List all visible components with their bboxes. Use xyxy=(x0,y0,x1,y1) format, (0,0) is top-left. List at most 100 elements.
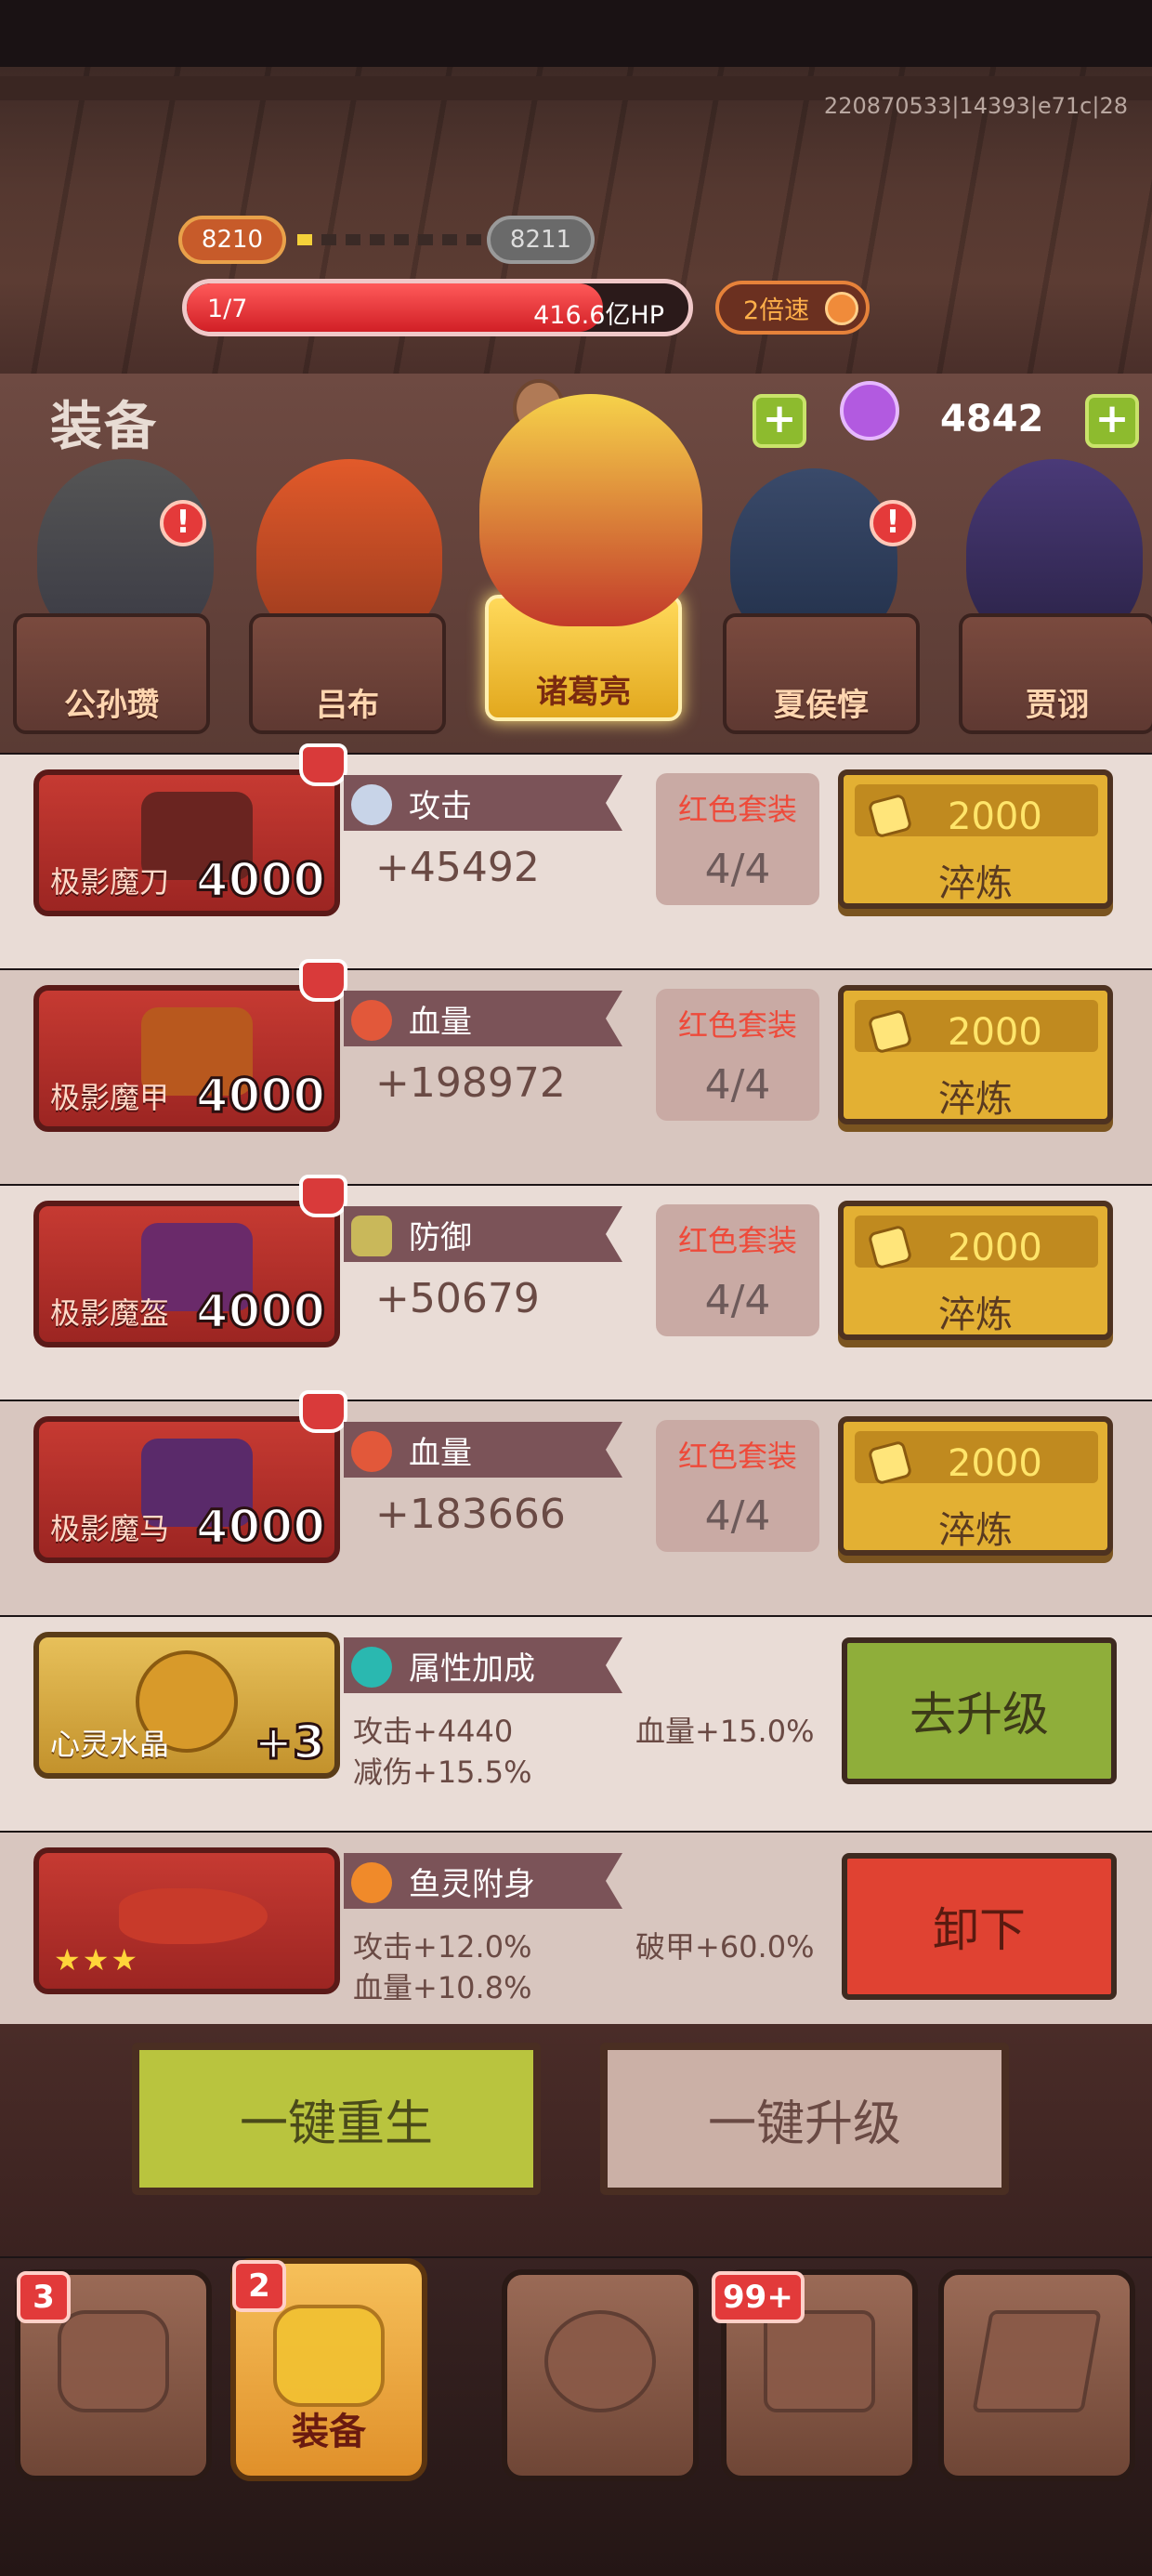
equipment-row: 极影魔盔 4000 防御 +50679 红色套装 4/4 2000 淬炼 xyxy=(0,1175,1152,1400)
fish-icon xyxy=(119,1888,268,1944)
fish-spirit-stat: 攻击+12.0% xyxy=(353,1929,532,1965)
boss-hp-bar: 1/7 416.6亿HP xyxy=(182,279,693,336)
fish-spirit-row: ★★★ 鱼灵附身 攻击+12.0% 破甲+60.0% 血量+10.8% 卸下 xyxy=(0,1833,1152,2046)
fish-spirit-stat: 破甲+60.0% xyxy=(635,1929,815,1965)
wave-counter: 1/7 xyxy=(207,295,248,323)
red-set-badge-icon xyxy=(299,1390,347,1433)
hero-zhugeliang-figure xyxy=(479,394,702,626)
unequip-button[interactable]: 卸下 xyxy=(842,1853,1117,2000)
refine-button[interactable]: 2000 淬炼 xyxy=(838,769,1113,909)
equipment-name: 极影魔刀 xyxy=(50,864,170,900)
refine-cost: 2000 xyxy=(948,1011,1042,1054)
refine-cost-box: 2000 xyxy=(855,784,1098,839)
nav-tab-skull[interactable] xyxy=(502,2269,699,2481)
refine-cost-box: 2000 xyxy=(855,1000,1098,1055)
refine-button[interactable]: 2000 淬炼 xyxy=(838,1416,1113,1556)
crystal-stat: 减伤+15.5% xyxy=(353,1755,532,1790)
hero-name: 夏侯惇 xyxy=(774,687,869,724)
refine-cost: 2000 xyxy=(948,795,1042,838)
stage-progress-dot xyxy=(418,234,433,245)
stat-label: 防御 xyxy=(409,1219,472,1256)
crystal-row: 心灵水晶 +3 属性加成 攻击+4440 血量+15.0% 减伤+15.5% 去… xyxy=(0,1617,1152,1831)
nav-tab-scroll[interactable] xyxy=(938,2269,1135,2481)
nav-tab-chest[interactable]: 99+ xyxy=(712,2269,918,2481)
nav-label: 装备 xyxy=(292,2411,366,2453)
speed-button[interactable]: 2倍速 xyxy=(715,281,870,335)
equipment-name: 极影魔马 xyxy=(50,1511,170,1546)
equipment-row: 极影魔甲 4000 血量 +198972 红色套装 4/4 2000 淬炼 xyxy=(0,959,1152,1184)
one-click-rebirth-button[interactable]: 一键重生 xyxy=(132,2043,541,2195)
refine-cost: 2000 xyxy=(948,1442,1042,1485)
set-count: 4/4 xyxy=(704,1061,771,1109)
stat-value: +45492 xyxy=(375,844,540,891)
boss-hp-text: 416.6亿HP xyxy=(533,301,664,330)
stage-progress-dot xyxy=(442,234,457,245)
fish-spirit-slot[interactable]: ★★★ xyxy=(33,1847,340,1994)
set-title: 红色套装 xyxy=(677,1223,797,1258)
refine-label: 淬炼 xyxy=(938,1294,1013,1336)
set-title: 红色套装 xyxy=(677,1007,797,1043)
refine-stone-icon xyxy=(867,1439,913,1486)
star-rating: ★★★ xyxy=(54,1942,140,1978)
hero-icon xyxy=(58,2310,169,2412)
equipment-level: 4000 xyxy=(194,1283,326,1340)
refine-button[interactable]: 2000 淬炼 xyxy=(838,1201,1113,1340)
go-upgrade-button[interactable]: 去升级 xyxy=(842,1637,1117,1784)
purple-gem-icon xyxy=(840,381,899,440)
stage-progress-dot xyxy=(394,234,409,245)
stat-label: 血量 xyxy=(409,1004,472,1041)
nav-tab-hero[interactable]: 3 xyxy=(15,2269,212,2481)
scroll-icon xyxy=(972,2310,1102,2412)
refine-cost: 2000 xyxy=(948,1227,1042,1269)
nav-tab-equipment[interactable]: 装备 2 xyxy=(230,2258,427,2481)
equipment-slot[interactable]: 极影魔盔 4000 xyxy=(33,1201,340,1347)
stage-progress-dot xyxy=(297,234,312,245)
fish-spirit-stat: 血量+10.8% xyxy=(353,1970,532,2005)
set-bonus-box: 红色套装 4/4 xyxy=(656,773,819,905)
blood-drop-icon xyxy=(351,1000,392,1041)
fish-orb-icon xyxy=(351,1862,392,1903)
chest-icon xyxy=(764,2310,875,2412)
one-click-upgrade-button[interactable]: 一键升级 xyxy=(600,2043,1009,2195)
hero-name: 吕布 xyxy=(316,687,379,724)
refine-stone-icon xyxy=(867,1224,913,1270)
set-count: 4/4 xyxy=(704,1277,771,1324)
refine-label: 淬炼 xyxy=(938,1509,1013,1552)
currency-value: 4842 xyxy=(940,398,1044,440)
hero-card-5[interactable]: 贾诩 xyxy=(959,613,1152,734)
set-title: 红色套装 xyxy=(677,792,797,827)
shield-icon xyxy=(351,1216,392,1256)
equipment-row: 极影魔刀 4000 攻击 +45492 红色套装 4/4 2000 淬炼 xyxy=(0,743,1152,968)
red-set-badge-icon xyxy=(299,1175,347,1217)
hero-card-1[interactable]: 公孙瓒 xyxy=(13,613,210,734)
nav-badge: 3 xyxy=(17,2271,71,2323)
stage-next: 8211 xyxy=(487,216,595,264)
crystal-slot[interactable]: 心灵水晶 +3 xyxy=(33,1632,340,1779)
equipment-level: 4000 xyxy=(194,1499,326,1556)
set-count: 4/4 xyxy=(704,846,771,893)
stat-value: +183666 xyxy=(375,1491,566,1538)
refine-label: 淬炼 xyxy=(938,1078,1013,1121)
hero-name: 公孙瓒 xyxy=(64,687,159,724)
stage-progress-dot xyxy=(466,234,481,245)
crystal-stat: 攻击+4440 xyxy=(353,1714,514,1749)
equipment-slot[interactable]: 极影魔马 4000 xyxy=(33,1416,340,1563)
set-bonus-box: 红色套装 4/4 xyxy=(656,1204,819,1336)
hero-card-4[interactable]: 夏侯惇 xyxy=(723,613,920,734)
hero-alert-icon: ! xyxy=(870,500,916,546)
red-set-badge-icon xyxy=(299,959,347,1002)
add-currency-button-2[interactable]: + xyxy=(1085,394,1139,448)
equipment-slot[interactable]: 极影魔刀 4000 xyxy=(33,769,340,916)
crystal-header: 属性加成 xyxy=(409,1650,535,1688)
crystal-stat: 血量+15.0% xyxy=(635,1714,815,1749)
equipment-level: 4000 xyxy=(194,1068,326,1124)
hero-card-2[interactable]: 吕布 xyxy=(249,613,446,734)
refine-stone-icon xyxy=(867,1008,913,1055)
equipment-slot[interactable]: 极影魔甲 4000 xyxy=(33,985,340,1132)
stat-value: +50679 xyxy=(375,1275,540,1322)
refine-label: 淬炼 xyxy=(938,862,1013,905)
speed-gauge-icon xyxy=(825,292,858,325)
refine-button[interactable]: 2000 淬炼 xyxy=(838,985,1113,1124)
skull-icon xyxy=(544,2310,656,2412)
add-currency-button-1[interactable]: + xyxy=(753,394,806,448)
